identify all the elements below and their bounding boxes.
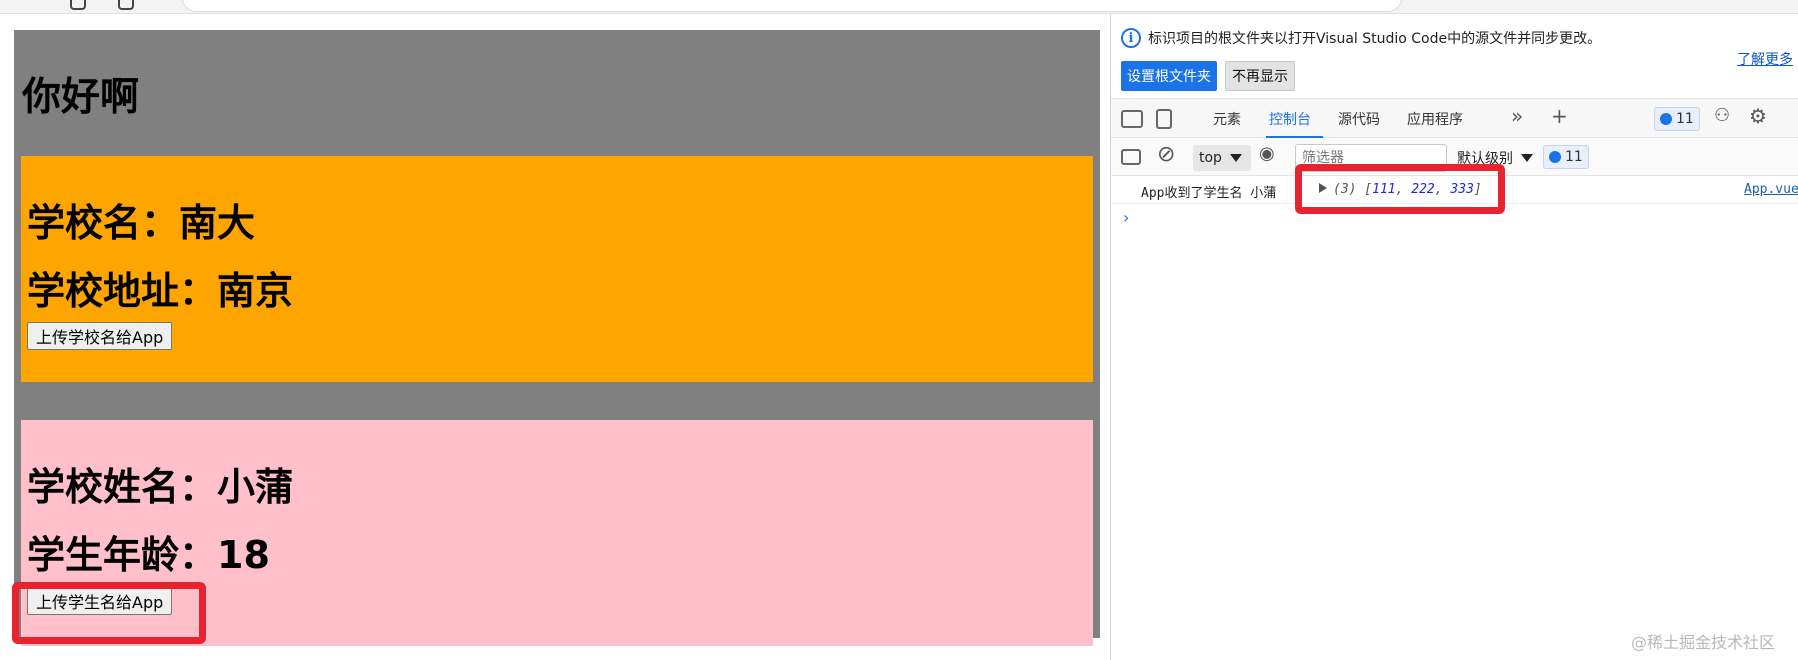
- browser-toolbar: [0, 0, 1798, 14]
- highlight-box-student-button: [12, 582, 206, 644]
- send-school-name-button[interactable]: 上传学校名给App: [27, 322, 173, 350]
- address-bar[interactable]: [182, 0, 1402, 12]
- prompt-chevron-icon[interactable]: ›: [1123, 208, 1129, 227]
- context-selector[interactable]: top: [1193, 145, 1251, 171]
- highlight-box-log-array: [1295, 164, 1505, 214]
- clear-console-icon[interactable]: ⊘: [1157, 142, 1175, 167]
- issues-icon: [1549, 151, 1561, 163]
- chevron-down-icon: [1521, 154, 1533, 162]
- refresh-icon[interactable]: [70, 0, 86, 10]
- more-tabs-icon[interactable]: »: [1511, 104, 1523, 128]
- devtools-panel: i 标识项目的根文件夹以打开Visual Studio Code中的源文件并同步…: [1110, 14, 1798, 660]
- page-viewport: 你好啊 学校名：南大 学校地址：南京 上传学校名给App 学校姓名：小蒲 学生年…: [0, 14, 1110, 660]
- settings-icon[interactable]: ⚙: [1749, 104, 1767, 128]
- info-banner-text: 标识项目的根文件夹以打开Visual Studio Code中的源文件并同步更改…: [1148, 31, 1602, 47]
- tabs-icon[interactable]: [118, 0, 134, 10]
- watermark: @稀土掘金技术社区: [1631, 633, 1776, 652]
- issues-icon: [1660, 113, 1672, 125]
- student-name-heading: 学校姓名：小蒲: [27, 465, 294, 509]
- sidebar-toggle-icon[interactable]: [1121, 149, 1141, 165]
- info-icon: i: [1121, 28, 1141, 48]
- dont-show-again-button[interactable]: 不再显示: [1225, 61, 1295, 91]
- toolbar-issues-badge[interactable]: 11: [1543, 145, 1589, 169]
- context-value: top: [1199, 150, 1222, 166]
- set-root-folder-button[interactable]: 设置根文件夹: [1121, 61, 1217, 91]
- tab-elements[interactable]: 元素: [1213, 109, 1241, 129]
- issues-badge[interactable]: 11: [1654, 107, 1700, 131]
- customize-icon[interactable]: ⚇: [1714, 105, 1730, 126]
- school-address-heading: 学校地址：南京: [27, 269, 294, 313]
- learn-more-link[interactable]: 了解更多: [1737, 49, 1793, 69]
- devtools-tabbar: 元素 控制台 源代码 应用程序 » + 11 ⚇ ⚙: [1111, 98, 1798, 139]
- school-name-heading: 学校名：南大: [27, 201, 256, 245]
- add-tab-icon[interactable]: +: [1551, 104, 1568, 128]
- student-age-heading: 学生年龄：18: [27, 533, 270, 577]
- page-title: 你好啊: [22, 75, 140, 120]
- live-expression-eye-icon[interactable]: ◉: [1259, 143, 1275, 164]
- screenshot-root: 你好啊 学校名：南大 学校地址：南京 上传学校名给App 学校姓名：小蒲 学生年…: [0, 0, 1798, 660]
- inspect-icon[interactable]: [1121, 110, 1143, 128]
- toolbar-issues-count: 11: [1565, 149, 1583, 165]
- tab-console[interactable]: 控制台: [1269, 109, 1311, 129]
- log-message: App收到了学生名 小蒲: [1141, 186, 1277, 201]
- chevron-down-icon: [1229, 154, 1242, 162]
- tab-sources[interactable]: 源代码: [1338, 109, 1380, 129]
- tab-application[interactable]: 应用程序: [1407, 109, 1463, 129]
- school-component: 学校名：南大 学校地址：南京 上传学校名给App: [21, 156, 1093, 382]
- log-source-link[interactable]: App.vue: [1744, 182, 1798, 197]
- issues-count: 11: [1676, 111, 1694, 127]
- device-toggle-icon[interactable]: [1156, 109, 1172, 129]
